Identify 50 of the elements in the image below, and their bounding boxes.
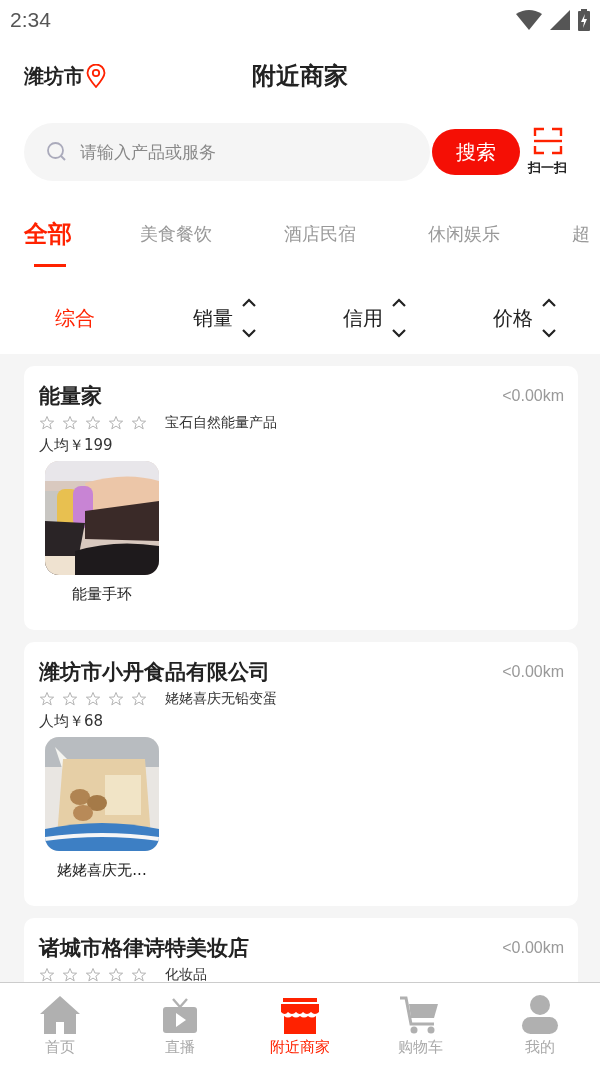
- merchant-name: 潍坊市小丹食品有限公司: [39, 659, 270, 686]
- merchant-category: 化妆品: [165, 966, 207, 982]
- merchant-name: 能量家: [39, 383, 102, 410]
- house-icon: [40, 996, 80, 1034]
- product-name[interactable]: 能量手环: [72, 585, 132, 604]
- search-icon: [46, 141, 68, 163]
- sort-option[interactable]: 信用: [343, 304, 383, 332]
- nav-tab[interactable]: 首页: [0, 983, 120, 1067]
- sort-option[interactable]: 综合: [55, 304, 95, 332]
- nav-tab[interactable]: 直播: [120, 983, 240, 1067]
- sort-option[interactable]: 销量: [193, 304, 233, 332]
- category-tab[interactable]: 休闲娱乐: [428, 212, 572, 282]
- distance-label: <0.00km: [502, 663, 564, 681]
- storefront-icon: [281, 998, 319, 1034]
- sort-toggle-icon[interactable]: [391, 298, 407, 338]
- product-name[interactable]: 姥姥喜庆无...: [57, 861, 147, 880]
- wifi-icon: [516, 10, 542, 30]
- average-price: 人均￥199: [39, 436, 114, 455]
- nav-tab[interactable]: 我的: [480, 983, 600, 1067]
- sort-toggle-icon[interactable]: [541, 298, 557, 338]
- merchant-card[interactable]: 潍坊市小丹食品有限公司 <0.00km 姥姥喜庆无铅变蛋 人均￥68 姥姥喜庆无...: [24, 642, 578, 906]
- city-label[interactable]: 潍坊市: [24, 62, 84, 90]
- search-button[interactable]: 搜索: [432, 129, 520, 175]
- scan-icon[interactable]: [532, 127, 563, 155]
- user-icon: [521, 994, 559, 1034]
- location-pin-icon[interactable]: [86, 64, 106, 88]
- nav-tab[interactable]: 附近商家: [240, 983, 360, 1067]
- status-time: 2:34: [10, 8, 51, 32]
- search-field[interactable]: 请输入产品或服务: [24, 123, 430, 181]
- merchant-card[interactable]: 能量家 <0.00km 宝石自然能量产品 人均￥199 能量手环: [24, 366, 578, 630]
- sort-option[interactable]: 价格: [493, 304, 533, 332]
- page-title: 附近商家: [252, 61, 348, 92]
- distance-label: <0.00km: [502, 387, 564, 405]
- nav-tab[interactable]: 购物车: [360, 983, 480, 1067]
- merchant-name: 诸城市格律诗特美妆店: [39, 935, 249, 962]
- merchant-category: 姥姥喜庆无铅变蛋: [165, 690, 277, 708]
- signal-icon: [550, 10, 570, 30]
- category-tab[interactable]: 超: [572, 212, 600, 282]
- cart-icon: [400, 996, 440, 1034]
- scan-label[interactable]: 扫一扫: [528, 159, 567, 177]
- merchant-category: 宝石自然能量产品: [165, 414, 277, 432]
- category-tab[interactable]: 美食餐饮: [140, 212, 284, 282]
- category-tab[interactable]: 酒店民宿: [284, 212, 428, 282]
- sort-toggle-icon[interactable]: [241, 298, 257, 338]
- average-price: 人均￥68: [39, 712, 105, 731]
- category-tab[interactable]: 全部: [24, 212, 140, 282]
- merchant-card[interactable]: 诸城市格律诗特美妆店 <0.00km 化妆品: [24, 918, 578, 982]
- tv-icon: [162, 998, 198, 1034]
- battery-icon: [578, 9, 590, 31]
- distance-label: <0.00km: [502, 939, 564, 957]
